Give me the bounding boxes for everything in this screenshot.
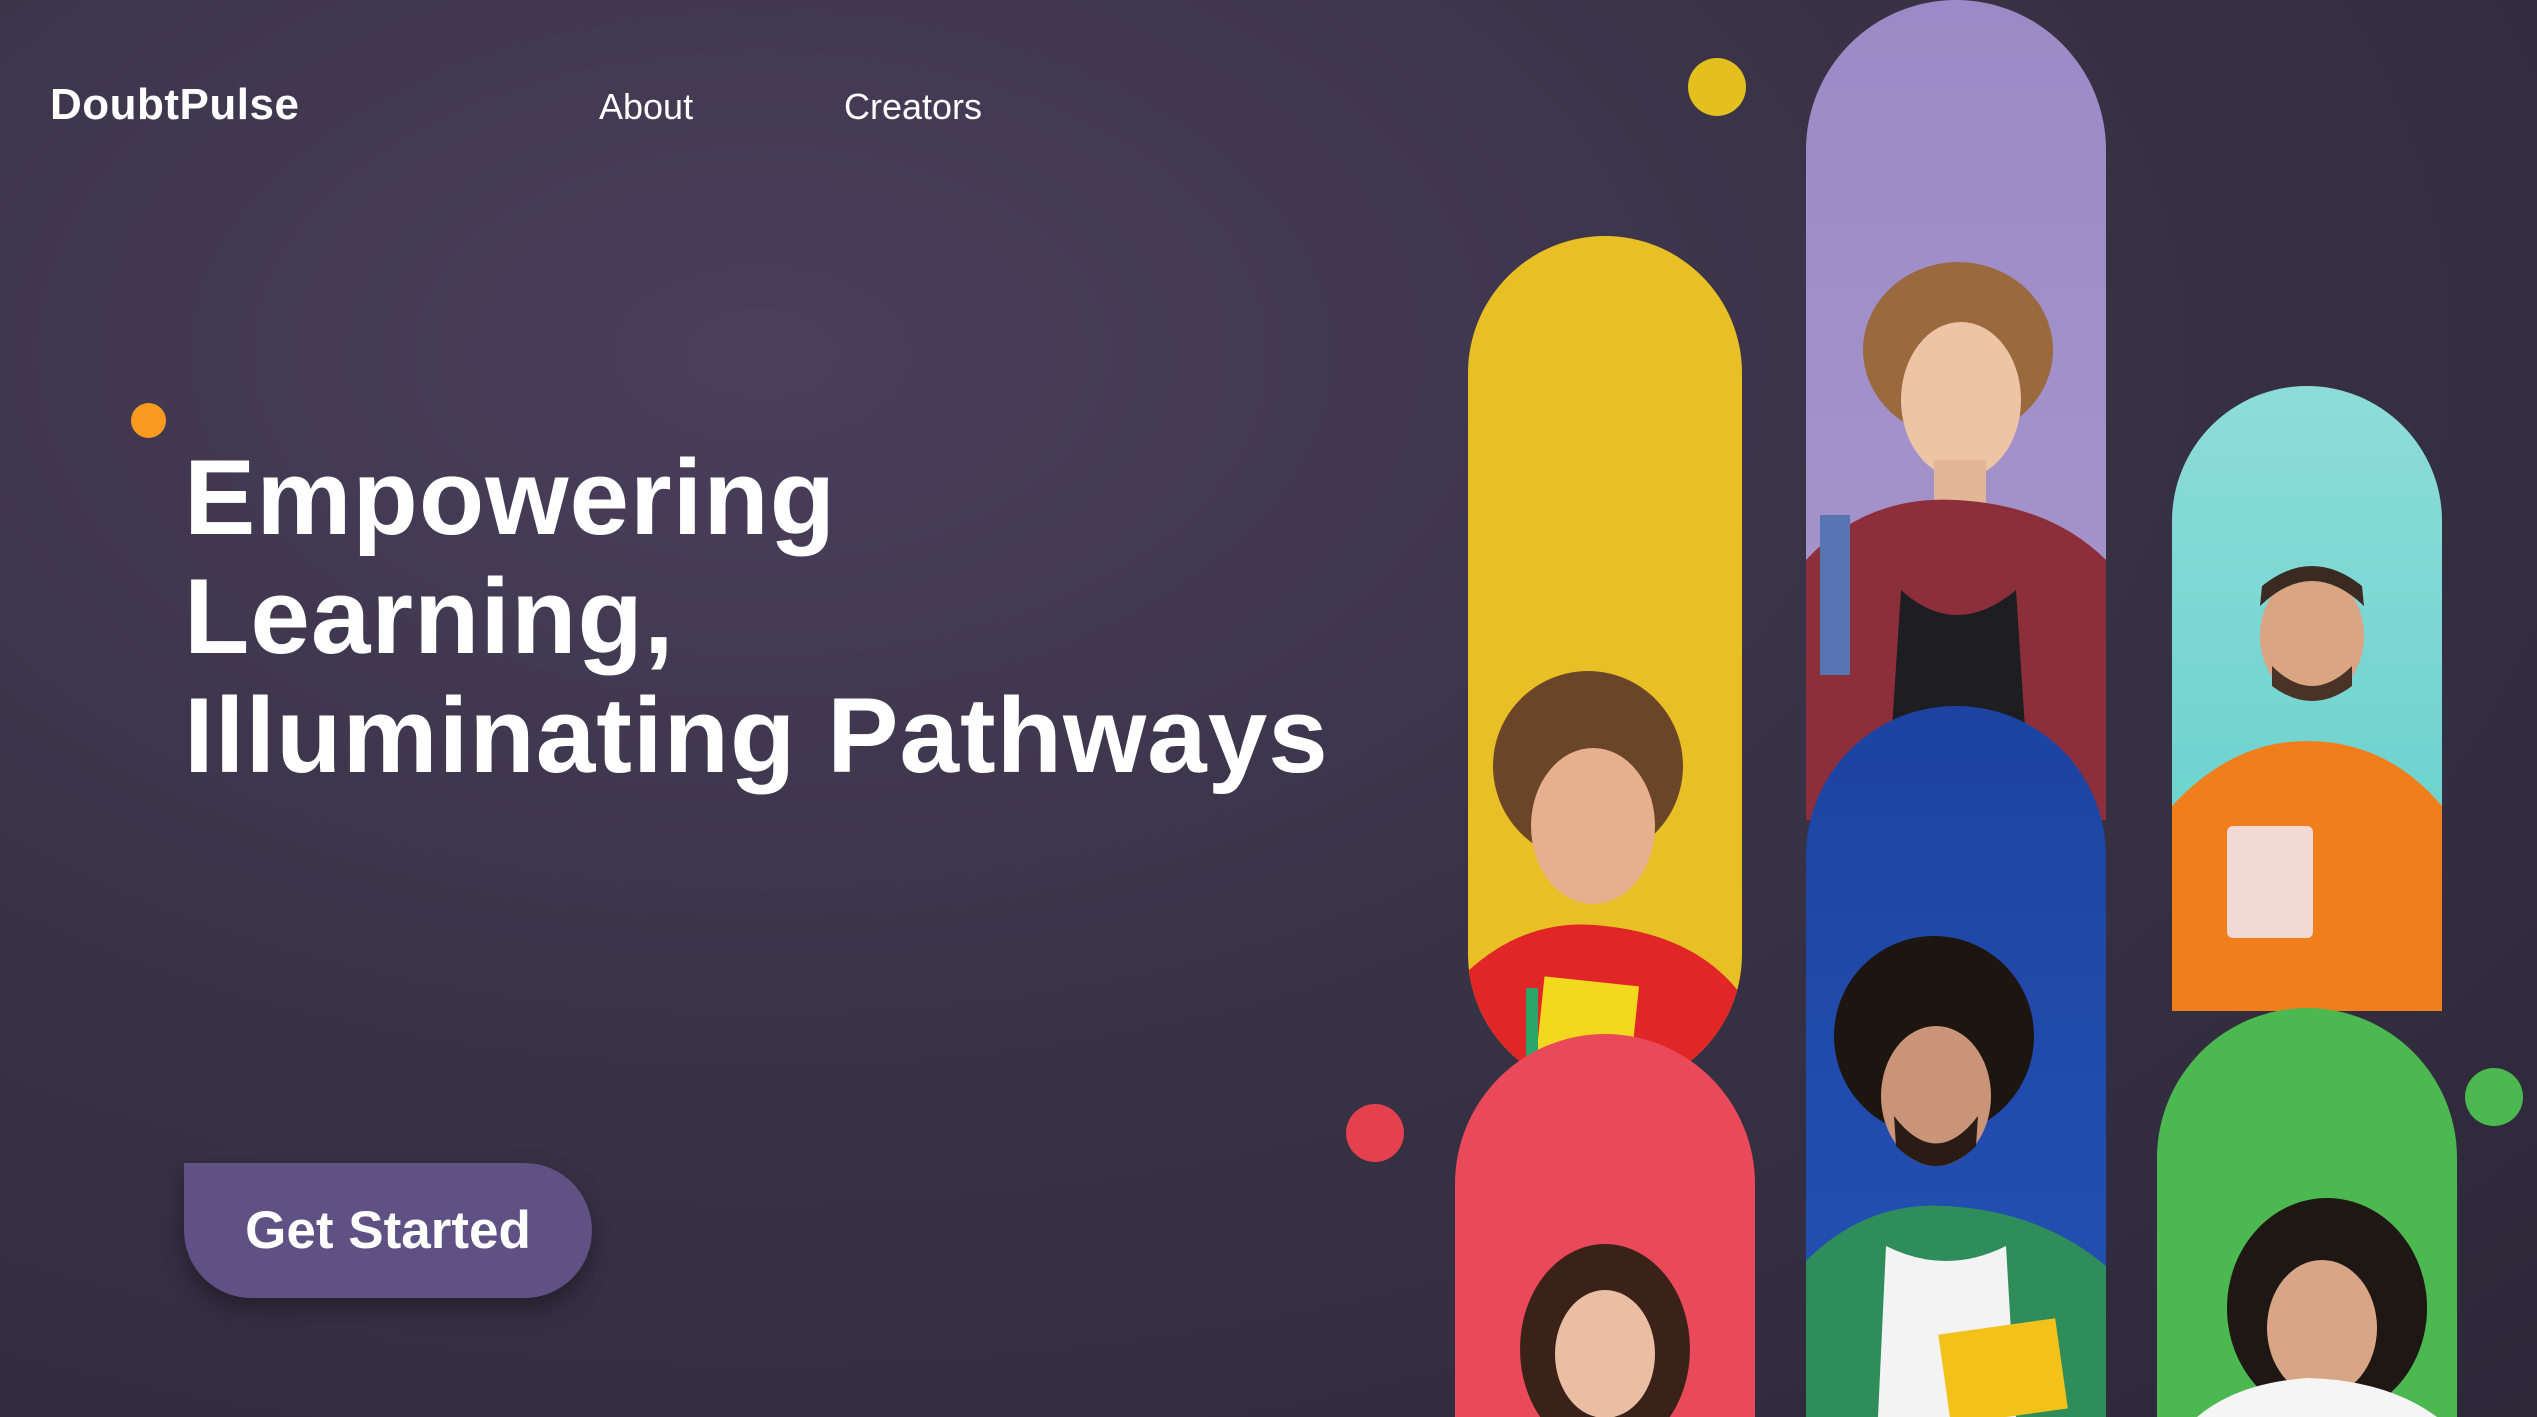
decorative-dot-green <box>2465 1068 2523 1126</box>
hero-title-line-1: Empowering <box>184 437 837 557</box>
person-illustration <box>2172 566 2442 1011</box>
person-illustration <box>1806 262 2106 820</box>
gallery-photo-student-curly-red-hoodie <box>1468 236 1742 1091</box>
person-illustration <box>1520 1244 1690 1417</box>
decorative-dot-red <box>1346 1104 1404 1162</box>
person-illustration <box>1468 671 1742 1091</box>
gallery-photo-student-plaid-shirt <box>1806 0 2106 820</box>
hero-title-line-2: Learning, <box>184 556 675 676</box>
person-illustration <box>1806 936 2106 1417</box>
person-illustration <box>2197 1198 2437 1417</box>
gallery-photo-student-long-dark-hair <box>1455 1034 1755 1417</box>
get-started-button[interactable]: Get Started <box>184 1163 592 1298</box>
nav-link-about[interactable]: About <box>599 86 693 128</box>
brand-logo[interactable]: DoubtPulse <box>50 80 299 130</box>
decorative-dot-orange <box>131 403 166 438</box>
nav-link-creators[interactable]: Creators <box>844 86 982 128</box>
gallery-photo-student-dark-hair-smiling <box>2157 1008 2457 1417</box>
gallery-photo-student-orange-sweater <box>2172 386 2442 1011</box>
hero-title: Empowering Learning, Illuminating Pathwa… <box>184 438 1329 795</box>
hero-title-line-3: Illuminating Pathways <box>184 675 1329 795</box>
decorative-dot-yellow <box>1688 58 1746 116</box>
gallery-photo-student-curly-green-shirt <box>1806 706 2106 1417</box>
